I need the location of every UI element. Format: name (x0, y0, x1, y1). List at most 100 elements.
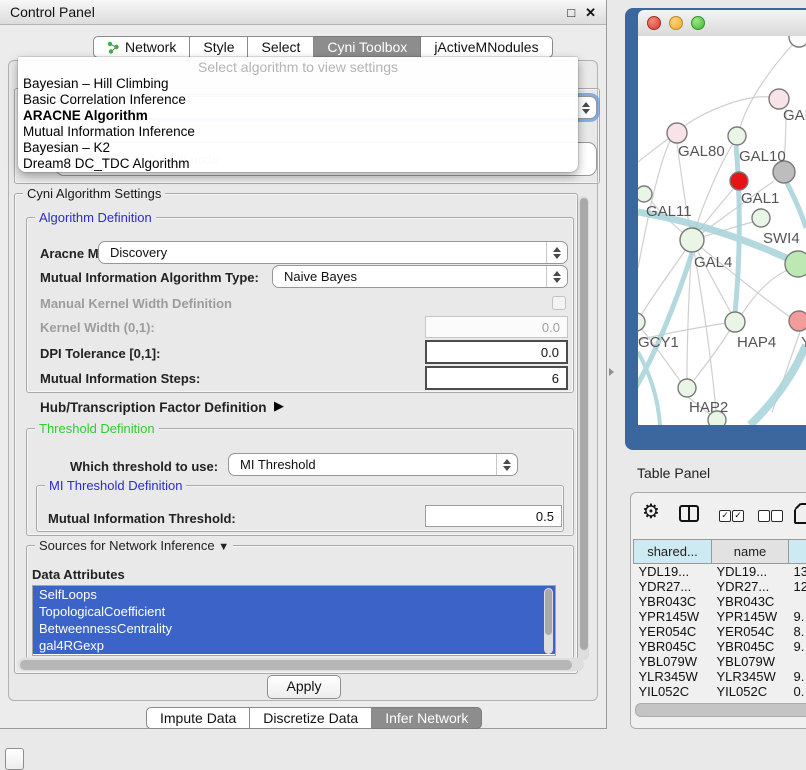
node[interactable] (769, 89, 789, 109)
dpi-tolerance-label: DPI Tolerance [0,1]: (40, 346, 160, 361)
control-panel-titlebar[interactable]: Control Panel □ ✕ (0, 0, 606, 25)
algorithm-option[interactable]: Basic Correlation Inference (18, 92, 578, 108)
mi-steps-field[interactable]: 6 (425, 366, 568, 390)
split-columns-icon[interactable] (679, 505, 699, 522)
node[interactable] (725, 312, 745, 332)
combo-arrows-icon (496, 454, 517, 475)
node-attribute-table: shared... name YDL19...YDL19...13 YDR27.… (633, 539, 806, 699)
node[interactable] (638, 313, 645, 331)
manual-kernel-checkbox[interactable] (552, 296, 566, 310)
node-label: GAL80 (678, 143, 725, 160)
table-hscrollbar[interactable] (635, 703, 806, 717)
table-row[interactable]: YDR27...YDR27...12 (634, 579, 806, 594)
node-label: GAL11 (646, 203, 692, 220)
settings-hscrollbar[interactable] (18, 658, 584, 671)
node[interactable] (752, 209, 770, 227)
collapse-arrow-icon[interactable]: ▼ (218, 541, 229, 553)
node-label: GAL4 (694, 254, 732, 271)
group-title: MI Threshold Definition (45, 478, 186, 493)
control-panel-tabbar: Network Style Select Cyni Toolbox jActiv… (93, 36, 553, 58)
table-panel-title: Table Panel (637, 465, 710, 481)
bottom-tabbar: Impute Data Discretize Data Infer Networ… (146, 707, 482, 729)
node[interactable] (728, 127, 746, 145)
combo-arrows-icon (546, 242, 567, 263)
algorithm-dropdown-list: Select algorithm to view settings Bayesi… (18, 57, 578, 172)
minimize-traffic-light-icon[interactable] (669, 16, 683, 30)
close-window-icon[interactable]: ✕ (585, 6, 596, 19)
node-label: GAL (783, 107, 806, 124)
tab-cyni-toolbox[interactable]: Cyni Toolbox (314, 36, 421, 58)
group-title: Algorithm Definition (35, 210, 156, 225)
tab-discretize-data[interactable]: Discretize Data (250, 707, 372, 729)
control-panel-title: Control Panel (10, 4, 95, 20)
tab-jactivemnodules[interactable]: jActiveMNodules (421, 36, 552, 58)
node[interactable] (789, 311, 806, 331)
checked-checkbox-icon[interactable]: ✓ (732, 510, 744, 522)
node-label: GAL10 (739, 148, 786, 165)
combo-arrows-icon (546, 266, 567, 287)
mi-threshold-field[interactable]: 0.5 (425, 505, 562, 527)
expand-arrow-icon[interactable]: ▶ (274, 398, 284, 414)
node[interactable] (638, 186, 652, 202)
network-view-titlebar[interactable] (638, 10, 806, 36)
attribute-item[interactable]: gal4RGexp (33, 637, 555, 654)
attribute-item[interactable]: SelfLoops (33, 586, 555, 603)
algorithm-option[interactable]: Mutual Information Inference (18, 124, 578, 140)
tab-infer-network[interactable]: Infer Network (372, 707, 482, 729)
hub-definition-label: Hub/Transcription Factor Definition (40, 400, 267, 415)
aracne-mode-combobox[interactable]: Discovery (98, 241, 568, 264)
algorithm-option[interactable]: Bayesian – Hill Climbing (18, 76, 578, 92)
table-row[interactable]: YER054CYER054C8. (634, 624, 806, 639)
algorithm-option[interactable]: Dream8 DC_TDC Algorithm (18, 156, 578, 172)
node[interactable] (678, 379, 696, 397)
dropdown-prompt: Select algorithm to view settings (18, 59, 578, 76)
algorithm-option-selected[interactable]: ARACNE Algorithm (18, 108, 578, 124)
tab-style[interactable]: Style (190, 36, 248, 58)
node[interactable] (667, 123, 687, 143)
table-row[interactable]: YBR043CYBR043C (634, 594, 806, 609)
network-edges-thick (638, 146, 806, 425)
mi-type-combobox[interactable]: Naive Bayes (272, 265, 568, 288)
kernel-width-field[interactable]: 0.0 (425, 316, 568, 338)
zoom-traffic-light-icon[interactable] (691, 16, 705, 30)
tab-network[interactable]: Network (93, 36, 190, 58)
settings-vscrollbar[interactable] (578, 196, 589, 660)
table-row[interactable]: YBR045CYBR045C9. (634, 639, 806, 654)
tab-select[interactable]: Select (248, 36, 314, 58)
apply-button[interactable]: Apply (267, 675, 341, 699)
attribute-item[interactable]: TopologicalCoefficient (33, 603, 555, 620)
attribute-item[interactable]: BetweennessCentrality (33, 620, 555, 637)
close-traffic-light-icon[interactable] (647, 16, 661, 30)
gear-icon[interactable]: ⚙ (642, 499, 660, 524)
table-row[interactable]: YDL19...YDL19...13 (634, 564, 806, 580)
combo-arrows-icon (575, 97, 596, 118)
unchecked-checkbox-icon[interactable] (758, 510, 770, 522)
float-window-icon[interactable]: □ (567, 6, 575, 19)
node[interactable] (730, 172, 748, 190)
node-label: GCY1 (638, 334, 679, 351)
dpi-tolerance-field[interactable]: 0.0 (425, 340, 568, 364)
unchecked-checkbox-icon[interactable] (771, 510, 783, 522)
column-header-partial[interactable] (789, 540, 806, 564)
table-row[interactable]: YPR145WYPR145W9. (634, 609, 806, 624)
network-canvas[interactable]: GAL80 GAL GAL10 GAL1 GAL11 GAL4 SWI4 GCY… (638, 36, 806, 425)
kernel-width-label: Kernel Width (0,1): (40, 320, 155, 335)
checked-checkbox-icon[interactable]: ✓ (719, 510, 731, 522)
which-threshold-combobox[interactable]: MI Threshold (228, 453, 518, 476)
network-graph: GAL80 GAL GAL10 GAL1 GAL11 GAL4 SWI4 GCY… (638, 36, 806, 425)
group-title: Threshold Definition (35, 421, 159, 436)
column-header-name[interactable]: name (712, 540, 789, 564)
node[interactable] (680, 228, 704, 252)
tab-impute-data[interactable]: Impute Data (146, 707, 250, 729)
panel-corner-button[interactable] (5, 748, 24, 770)
new-table-icon[interactable] (794, 503, 806, 524)
table-row[interactable]: YIL052CYIL052C0. (634, 684, 806, 699)
table-row[interactable]: YBL079WYBL079W (634, 654, 806, 669)
algorithm-option[interactable]: Bayesian – K2 (18, 140, 578, 156)
panel-splitter-handle[interactable] (609, 368, 614, 376)
mi-type-label: Mutual Information Algorithm Type: (40, 270, 259, 285)
column-header-shared[interactable]: shared... (634, 540, 712, 564)
node[interactable] (785, 251, 806, 277)
table-row[interactable]: YLR345WYLR345W9. (634, 669, 806, 684)
list-scrollbar[interactable] (544, 588, 553, 654)
